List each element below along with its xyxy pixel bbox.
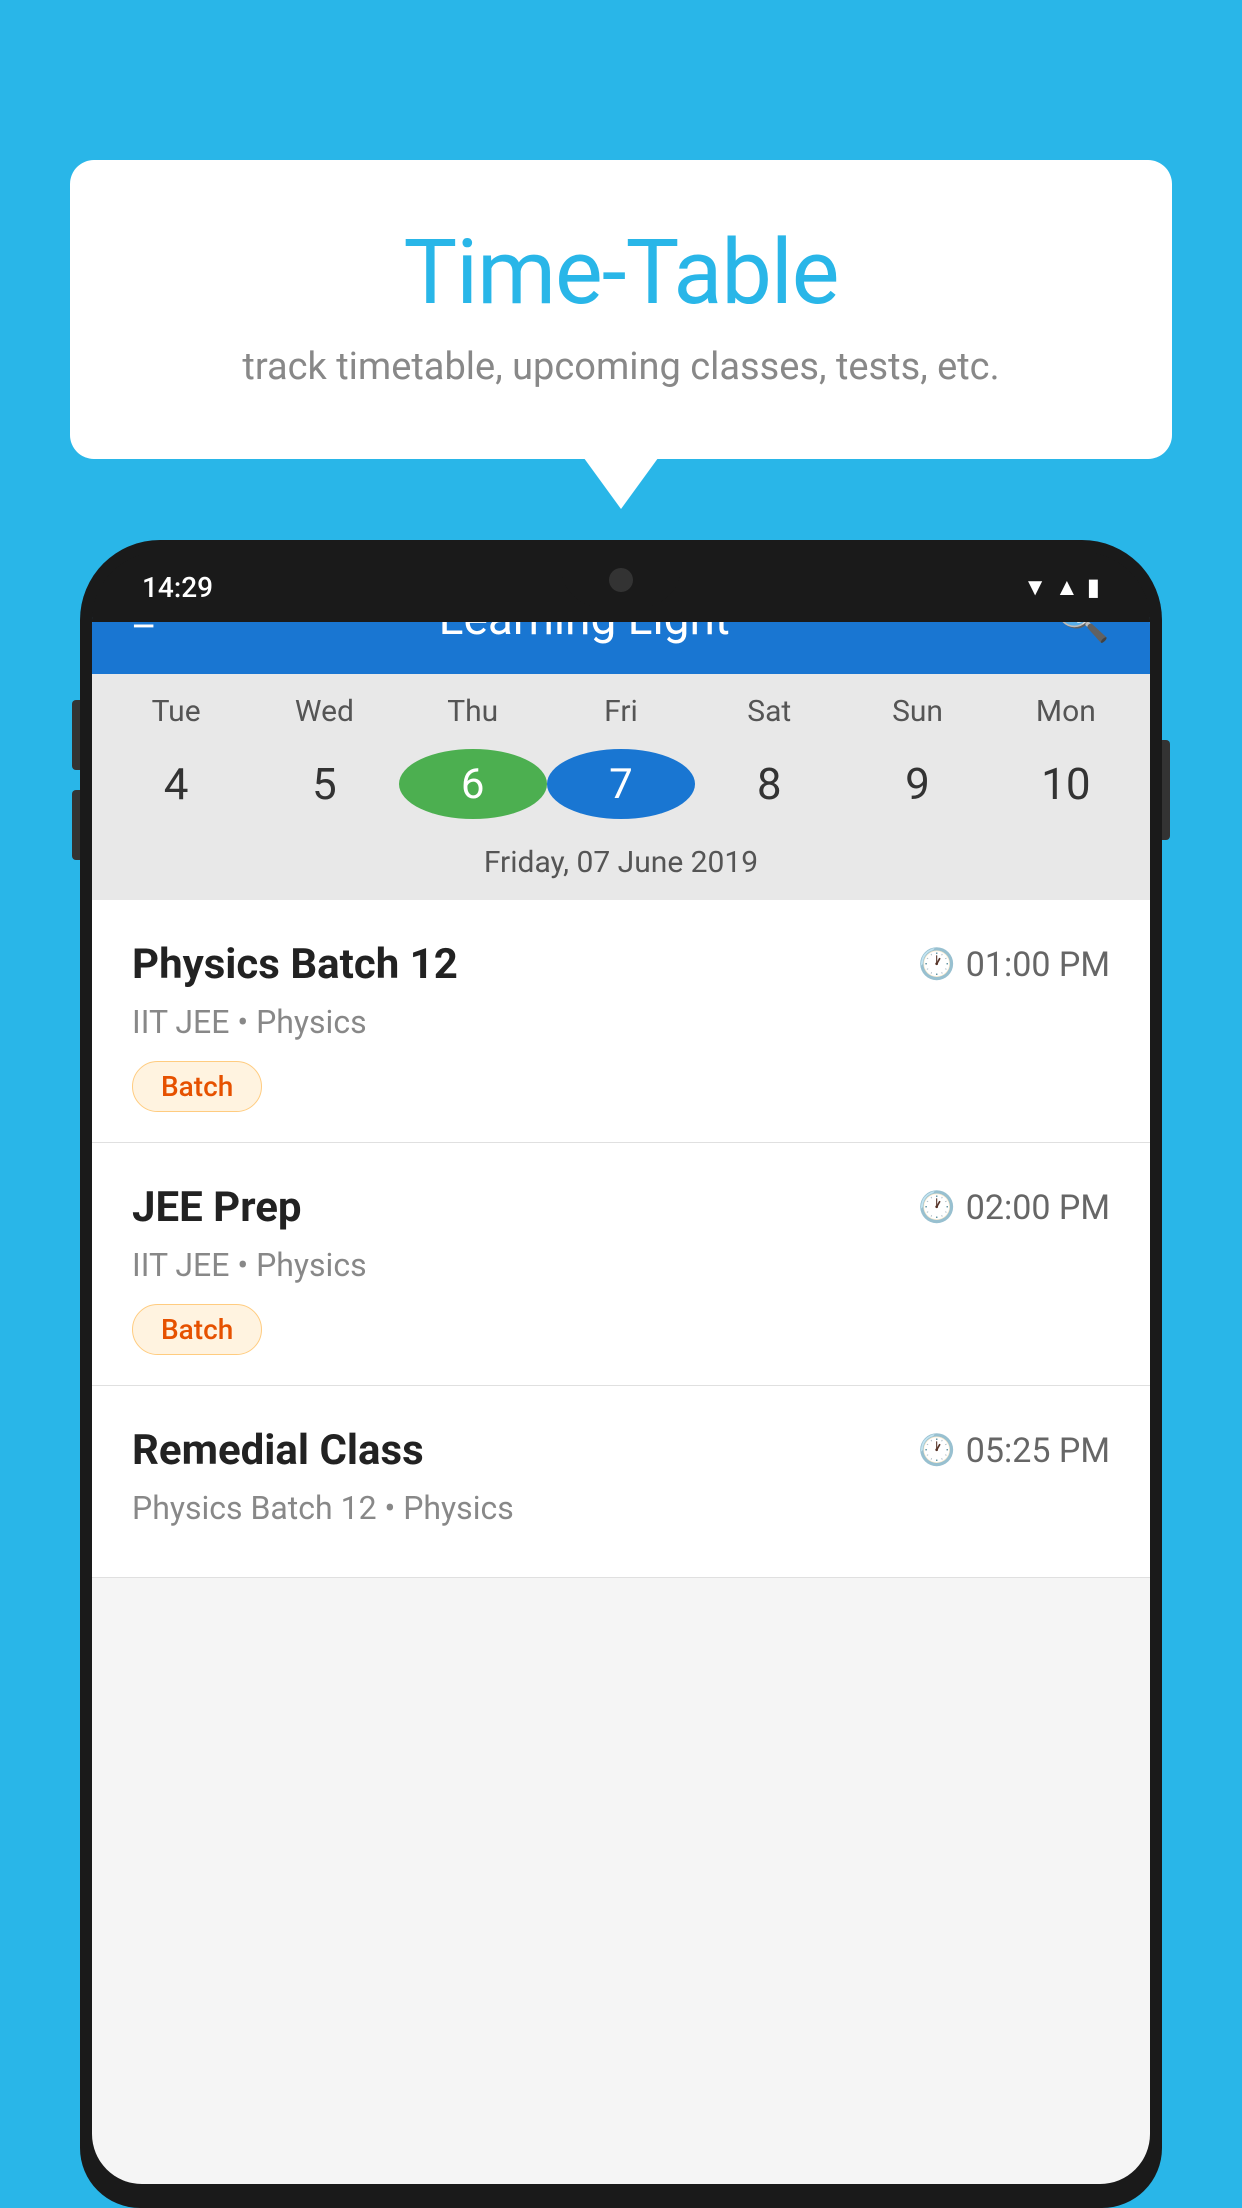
class-time-text-1: 01:00 PM	[966, 945, 1110, 985]
app-screen: ≡ Learning Light 🔍 Tue Wed Thu Fri Sat S…	[92, 564, 1150, 2184]
camera	[609, 568, 633, 592]
signal-icon: ▲	[1055, 573, 1079, 602]
day-labels: Tue Wed Thu Fri Sat Sun Mon	[92, 694, 1150, 739]
day-label-wed: Wed	[250, 694, 398, 729]
notch	[561, 552, 681, 607]
class-meta-2: IIT JEE • Physics	[132, 1246, 1110, 1284]
day-5[interactable]: 5	[250, 758, 398, 810]
day-8[interactable]: 8	[695, 758, 843, 810]
day-label-fri: Fri	[547, 694, 695, 729]
phone-mockup: 14:29 ▼ ▲ ▮ ≡ Learning Light 🔍 Tue	[80, 540, 1162, 2208]
clock-icon-2: 🕐	[918, 1190, 955, 1225]
class-card-1[interactable]: Physics Batch 12 🕐 01:00 PM IIT JEE • Ph…	[92, 900, 1150, 1143]
day-10[interactable]: 10	[992, 758, 1140, 810]
day-numbers: 4 5 6 7 8 9 10	[92, 739, 1150, 829]
batch-badge-2: Batch	[132, 1304, 262, 1355]
class-time-text-3: 05:25 PM	[966, 1431, 1110, 1471]
class-card-2-header: JEE Prep 🕐 02:00 PM	[132, 1183, 1110, 1232]
power-button	[1162, 740, 1170, 840]
wifi-icon: ▼	[1023, 573, 1047, 602]
day-7-selected[interactable]: 7	[547, 749, 695, 819]
class-time-text-2: 02:00 PM	[966, 1188, 1110, 1228]
status-bar: 14:29 ▼ ▲ ▮	[92, 552, 1150, 622]
class-card-1-header: Physics Batch 12 🕐 01:00 PM	[132, 940, 1110, 989]
batch-badge-1: Batch	[132, 1061, 262, 1112]
class-meta-3: Physics Batch 12 • Physics	[132, 1489, 1110, 1527]
class-meta-1: IIT JEE • Physics	[132, 1003, 1110, 1041]
day-label-sat: Sat	[695, 694, 843, 729]
day-label-tue: Tue	[102, 694, 250, 729]
class-time-3: 🕐 05:25 PM	[918, 1431, 1110, 1471]
class-card-2[interactable]: JEE Prep 🕐 02:00 PM IIT JEE • Physics Ba…	[92, 1143, 1150, 1386]
day-label-mon: Mon	[992, 694, 1140, 729]
status-time: 14:29	[142, 571, 213, 604]
day-9[interactable]: 9	[843, 758, 991, 810]
class-name-3: Remedial Class	[132, 1426, 424, 1475]
class-time-1: 🕐 01:00 PM	[918, 945, 1110, 985]
phone-outer: 14:29 ▼ ▲ ▮ ≡ Learning Light 🔍 Tue	[80, 540, 1162, 2208]
vol-down-button	[72, 790, 80, 860]
class-time-2: 🕐 02:00 PM	[918, 1188, 1110, 1228]
calendar-header: Tue Wed Thu Fri Sat Sun Mon 4 5 6 7 8 9 …	[92, 674, 1150, 900]
bubble-subtitle: track timetable, upcoming classes, tests…	[150, 345, 1092, 389]
day-6-today[interactable]: 6	[399, 749, 547, 819]
status-icons: ▼ ▲ ▮	[1023, 573, 1100, 602]
day-4[interactable]: 4	[102, 758, 250, 810]
class-name-1: Physics Batch 12	[132, 940, 458, 989]
speech-bubble: Time-Table track timetable, upcoming cla…	[70, 160, 1172, 459]
bubble-title: Time-Table	[150, 220, 1092, 325]
day-label-sun: Sun	[843, 694, 991, 729]
clock-icon-1: 🕐	[918, 947, 955, 982]
class-name-2: JEE Prep	[132, 1183, 302, 1232]
clock-icon-3: 🕐	[918, 1433, 955, 1468]
speech-bubble-container: Time-Table track timetable, upcoming cla…	[70, 160, 1172, 459]
vol-up-button	[72, 700, 80, 770]
classes-list: Physics Batch 12 🕐 01:00 PM IIT JEE • Ph…	[92, 900, 1150, 1578]
volume-buttons	[72, 700, 80, 860]
selected-date: Friday, 07 June 2019	[92, 829, 1150, 900]
battery-icon: ▮	[1087, 573, 1100, 601]
class-card-3-header: Remedial Class 🕐 05:25 PM	[132, 1426, 1110, 1475]
class-card-3[interactable]: Remedial Class 🕐 05:25 PM Physics Batch …	[92, 1386, 1150, 1578]
day-label-thu: Thu	[399, 694, 547, 729]
